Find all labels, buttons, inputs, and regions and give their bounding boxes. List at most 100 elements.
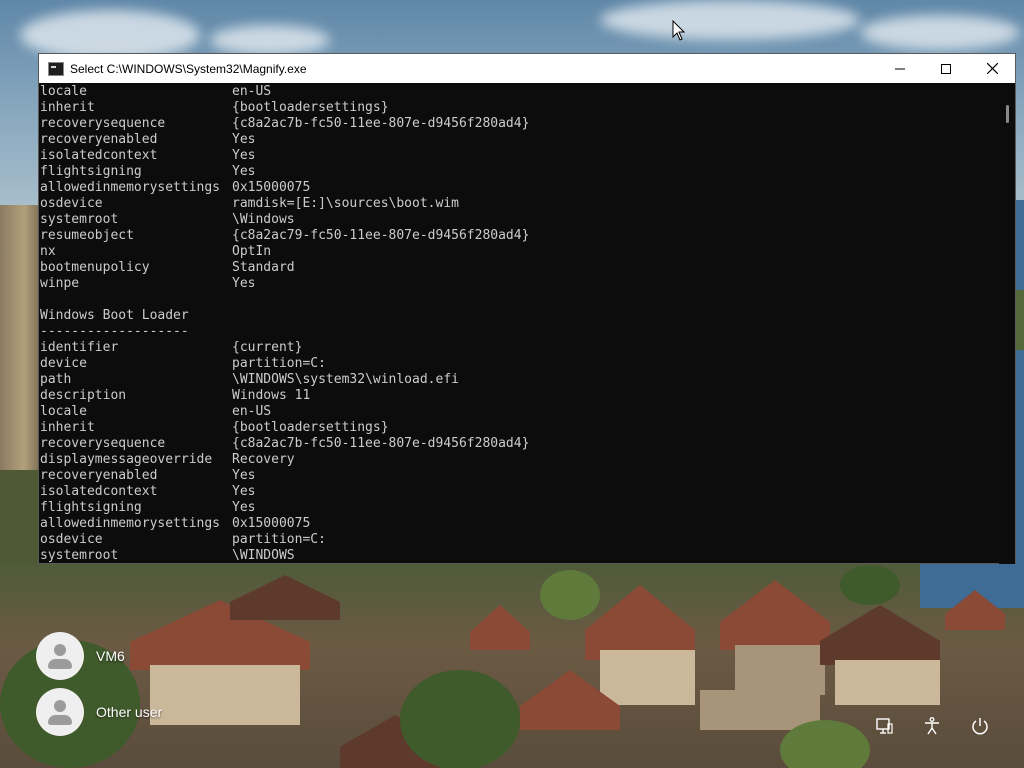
console-line-key: winpe [40, 276, 80, 291]
console-app-icon [48, 61, 64, 76]
console-scrollbar[interactable] [999, 84, 1015, 564]
cloud [600, 0, 860, 40]
console-line-value: Yes [232, 468, 256, 483]
wallpaper-river [1016, 200, 1024, 580]
console-line-value: \WINDOWS [232, 548, 295, 563]
title-bar[interactable]: Select C:\WINDOWS\System32\Magnify.exe [39, 54, 1015, 83]
scrollbar-thumb[interactable] [1006, 105, 1009, 123]
console-line: nx OptIn [40, 244, 997, 260]
maximize-button[interactable] [923, 54, 969, 83]
console-line: path \WINDOWS\system32\winload.efi [40, 372, 997, 388]
wallpaper-trees [1016, 290, 1024, 350]
tree [840, 565, 900, 605]
console-line-key: systemroot [40, 548, 119, 563]
console-line-value: partition=C: [232, 532, 326, 547]
console-line-value: 0x15000075 [232, 516, 311, 531]
console-line: winpe Yes [40, 276, 997, 292]
console-line: allowedinmemorysettings 0x15000075 [40, 180, 997, 196]
cloud [860, 15, 1020, 50]
console-line-value: OptIn [232, 244, 272, 259]
console-line-key: isolatedcontext [40, 148, 158, 163]
console-line: inherit {bootloadersettings} [40, 420, 997, 436]
console-line: identifier {current} [40, 340, 997, 356]
console-line: locale en-US [40, 404, 997, 420]
user-name: VM6 [96, 648, 125, 664]
console-line-key: description [40, 388, 127, 403]
minimize-button[interactable] [877, 54, 923, 83]
console-line-value: {c8a2ac79-fc50-11ee-807e-d9456f280ad4} [232, 228, 530, 243]
console-line-key: osdevice [40, 532, 103, 547]
console-line-value: Yes [232, 132, 256, 147]
console-line: bootmenupolicy Standard [40, 260, 997, 276]
console-line-key: inherit [40, 100, 95, 115]
console-line-key: recoverysequence [40, 116, 166, 131]
console-line-value: Yes [232, 484, 256, 499]
console-line-key: inherit [40, 420, 95, 435]
console-output[interactable]: locale en-US inherit {bootloadersettings} re… [39, 84, 997, 564]
console-line-key: recoveryenabled [40, 132, 158, 147]
console-line-value: {bootloadersettings} [232, 420, 389, 435]
console-line-key: isolatedcontext [40, 484, 158, 499]
mouse-cursor-icon [672, 20, 686, 41]
house-wall [150, 665, 300, 725]
console-line-key: nx [40, 244, 56, 259]
console-line: systemroot \WINDOWS [40, 548, 997, 564]
console-line-key [40, 292, 232, 308]
console-line-key: resumeobject [40, 228, 134, 243]
console-line: osdevice partition=C: [40, 532, 997, 548]
console-line-value: Windows 11 [232, 388, 311, 403]
console-line: description Windows 11 [40, 388, 997, 404]
power-button[interactable] [965, 711, 995, 741]
console-line-value: partition=C: [232, 356, 326, 371]
console-line-value: en-US [232, 84, 272, 99]
network-button[interactable] [869, 711, 899, 741]
house-wall [835, 660, 940, 705]
console-line: device partition=C: [40, 356, 997, 372]
console-line: recoverysequence {c8a2ac7b-fc50-11ee-807e… [40, 436, 997, 452]
console-line-key: flightsigning [40, 164, 142, 179]
power-icon [972, 718, 988, 735]
close-icon [986, 63, 998, 74]
console-line-value: \Windows [232, 212, 295, 227]
window-title: Select C:\WINDOWS\System32\Magnify.exe [70, 61, 307, 76]
console-line-key: bootmenupolicy [40, 260, 150, 275]
console-line-value: Yes [232, 500, 256, 515]
console-line-value: ramdisk=[E:]\sources\boot.wim [232, 196, 459, 211]
user-tile-vm6[interactable]: VM6 [36, 632, 125, 680]
console-line-value: {c8a2ac7b-fc50-11ee-807e-d9456f280ad4} [232, 116, 530, 131]
console-line: osdevice ramdisk=[E:]\sources\boot.wim [40, 196, 997, 212]
console-line-value: Standard [232, 260, 295, 275]
console-line-key: flightsigning [40, 500, 142, 515]
close-button[interactable] [969, 54, 1015, 83]
user-avatar-icon [36, 688, 84, 736]
console-line-key: allowedinmemorysettings [40, 180, 221, 195]
house-wall [735, 645, 825, 695]
console-line-value: Yes [232, 164, 256, 179]
console-line-key: ------------------- [40, 324, 189, 339]
user-name: Other user [96, 704, 163, 720]
console-line-key: allowedinmemorysettings [40, 516, 221, 531]
console-line: inherit {bootloadersettings} [40, 100, 997, 116]
console-line-key: locale [40, 84, 87, 99]
magnify-console-window[interactable]: Select C:\WINDOWS\System32\Magnify.exe l… [38, 53, 1016, 564]
console-line: recoveryenabled Yes [40, 132, 997, 148]
console-line: systemroot \Windows [40, 212, 997, 228]
accessibility-button[interactable] [917, 711, 947, 741]
console-line: isolatedcontext Yes [40, 484, 997, 500]
console-line: ------------------- [40, 324, 997, 340]
console-line-key: identifier [40, 340, 119, 355]
console-line-key: path [40, 372, 72, 387]
console-line: allowedinmemorysettings 0x15000075 [40, 516, 997, 532]
maximize-icon [941, 63, 951, 74]
house-wall [600, 650, 695, 705]
window-controls [877, 54, 1015, 83]
console-line-key: recoverysequence [40, 436, 166, 451]
user-avatar-icon [36, 632, 84, 680]
console-line: locale en-US [40, 84, 997, 100]
console-line-key: locale [40, 404, 87, 419]
console-line-value: Recovery [232, 452, 295, 467]
user-tile-other-user[interactable]: Other user [36, 688, 162, 736]
console-line: flightsigning Yes [40, 164, 997, 180]
accessibility-icon [925, 717, 939, 735]
console-line-value: 0x15000075 [232, 180, 311, 195]
